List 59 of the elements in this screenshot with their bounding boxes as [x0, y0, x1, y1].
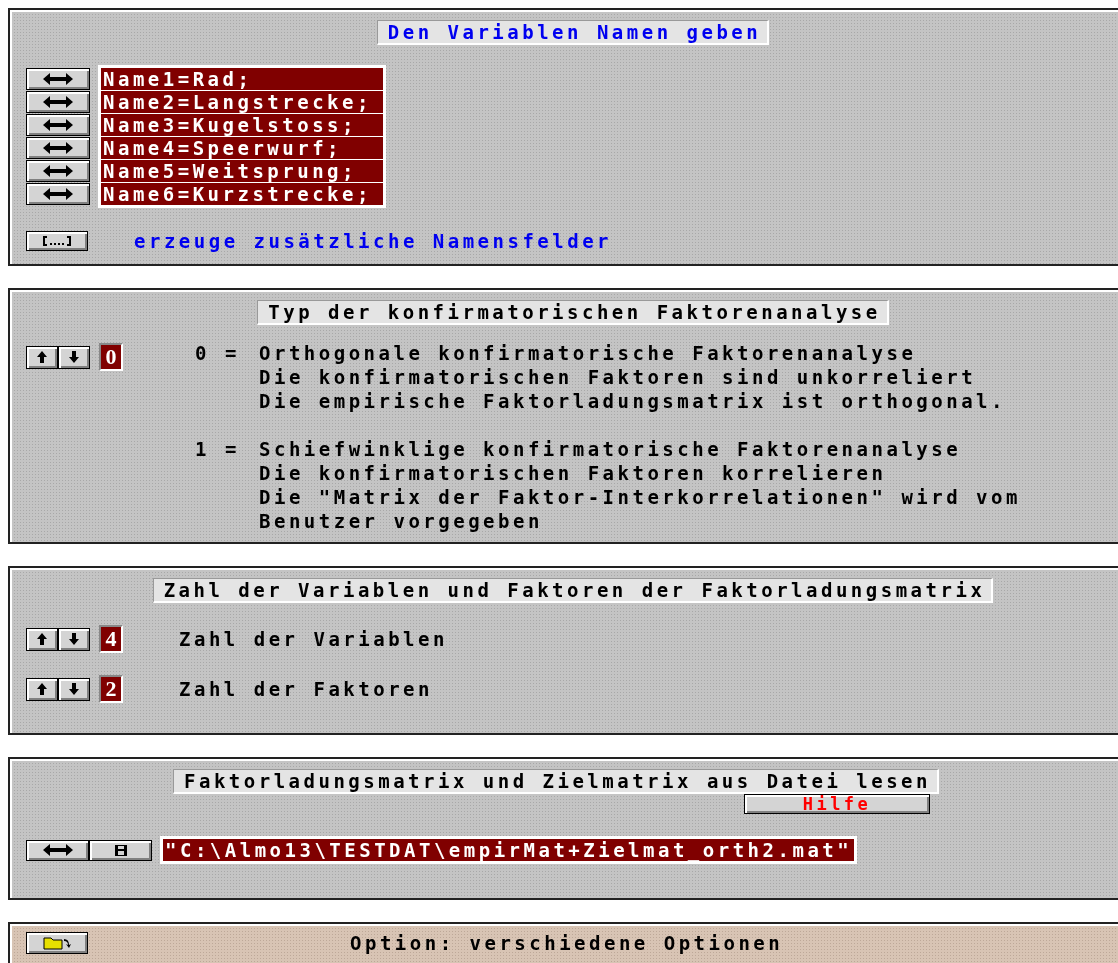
down-button[interactable] — [58, 627, 90, 651]
name-field[interactable]: Name6=Kurzstrecke; — [101, 183, 383, 205]
section-title: Faktorladungsmatrix und Zielmatrix aus Datei lesen — [173, 769, 939, 794]
option-text: Die empirische Faktorladungsmatrix ist orthogonal. — [259, 389, 1006, 413]
name-field[interactable]: Name4=Speerwurf; — [101, 137, 383, 159]
swap-button[interactable] — [26, 91, 90, 113]
value-field[interactable]: 0 — [99, 343, 123, 371]
option-text: Orthogonale konfirmatorische Faktorenanalyse — [259, 341, 918, 365]
save-button[interactable] — [89, 839, 152, 861]
option-text: Die "Matrix der Faktor-Interkorrelationen" wird vom — [259, 485, 1021, 509]
bracket-dots-icon — [42, 236, 72, 246]
name-field[interactable]: Name2=Langstrecke; — [101, 91, 383, 113]
option-text: Die konfirmatorischen Faktoren korrelieren — [259, 461, 888, 485]
double-arrow-icon — [43, 119, 73, 131]
name-field[interactable]: Name5=Weitsprung; — [101, 160, 383, 182]
option-title: Option: verschiedene Optionen — [350, 932, 784, 954]
section-title: Typ der konfirmatorischen Faktorenanalyse — [257, 300, 889, 325]
swap-button[interactable] — [26, 160, 90, 182]
down-arrow-icon — [69, 683, 79, 695]
up-arrow-icon — [37, 683, 47, 695]
down-arrow-icon — [69, 633, 79, 645]
double-arrow-icon — [43, 165, 73, 177]
down-button[interactable] — [58, 345, 90, 369]
section-title: Den Variablen Namen geben — [376, 20, 770, 45]
file-path-field[interactable]: "C:\Almo13\TESTDAT\empirMat+Zielmat_orth2.mat" — [160, 836, 858, 864]
option-bar[interactable]: Option: verschiedene Optionen — [8, 922, 1118, 963]
name-field[interactable]: Name1=Rad; — [101, 68, 383, 90]
folder-icon — [42, 936, 72, 950]
swap-button[interactable] — [26, 114, 90, 136]
option-code: 0 = — [195, 341, 241, 366]
option-text: Benutzer vorgegeben — [259, 509, 544, 533]
option-text: Die konfirmatorischen Faktoren sind unkorreliert — [259, 365, 978, 389]
swap-button[interactable] — [26, 137, 90, 159]
up-button[interactable] — [26, 345, 58, 369]
add-fields-button[interactable] — [26, 231, 88, 251]
section-title: Zahl der Variablen und Faktoren der Faktorladungsmatrix — [152, 578, 994, 603]
count-label: Zahl der Faktoren — [179, 678, 433, 700]
option-code: 1 = — [195, 437, 241, 462]
down-button[interactable] — [58, 677, 90, 701]
open-folder-button[interactable] — [26, 932, 88, 954]
down-arrow-icon — [69, 351, 79, 363]
value-field[interactable]: 2 — [99, 675, 123, 703]
name-field[interactable]: Name3=Kugelstoss; — [101, 114, 383, 136]
double-arrow-icon — [43, 188, 73, 200]
count-label: Zahl der Variablen — [179, 628, 448, 650]
add-fields-label[interactable]: erzeuge zusätzliche Namensfelder — [134, 230, 613, 252]
up-arrow-icon — [37, 633, 47, 645]
value-field[interactable]: 4 — [99, 625, 123, 653]
up-arrow-icon — [37, 351, 47, 363]
swap-button[interactable] — [26, 68, 90, 90]
double-arrow-icon — [43, 73, 73, 85]
swap-button[interactable] — [26, 839, 89, 861]
swap-button[interactable] — [26, 183, 90, 205]
option-text: Schiefwinklige konfirmatorische Faktorenanalyse — [259, 437, 963, 461]
double-arrow-icon — [43, 142, 73, 154]
up-button[interactable] — [26, 627, 58, 651]
double-arrow-icon — [43, 96, 73, 108]
up-button[interactable] — [26, 677, 58, 701]
double-arrow-icon — [42, 844, 73, 856]
